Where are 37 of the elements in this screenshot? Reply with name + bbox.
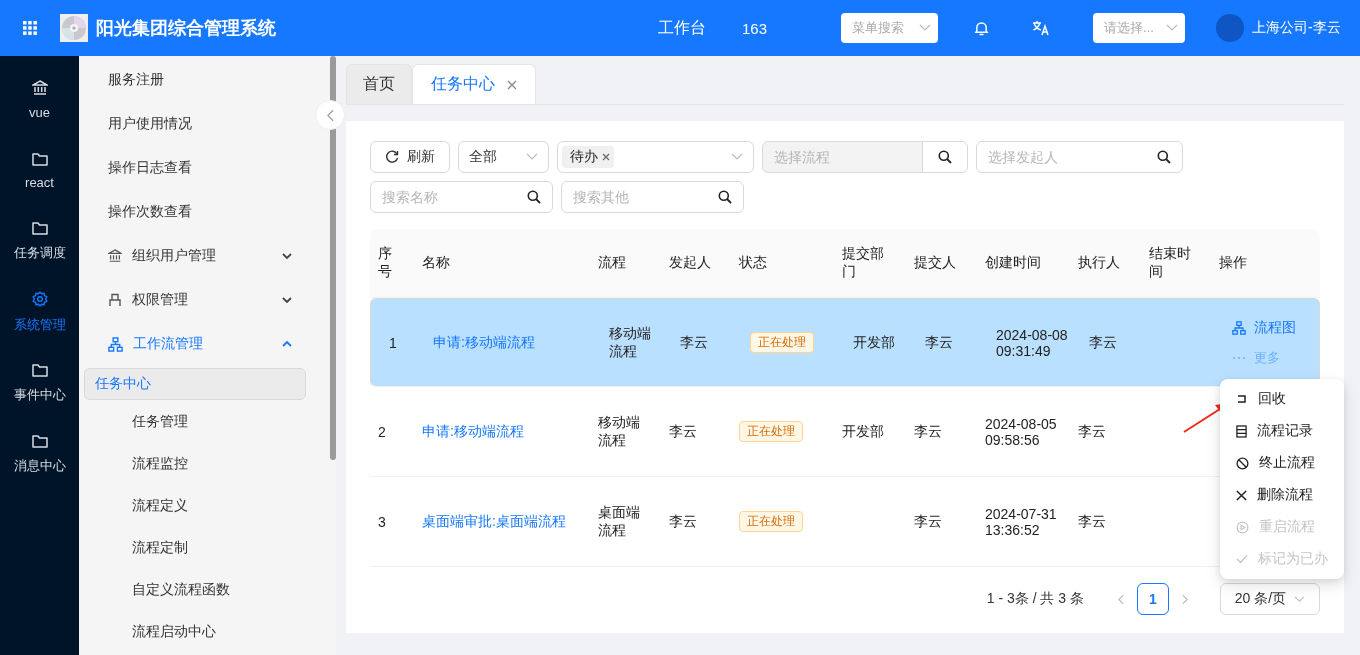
table-cell: 2024-08-08 09:31:49 [996, 326, 1069, 359]
table-cell: 李云 [680, 333, 708, 352]
table-cell: 2 [378, 423, 386, 440]
table-cell-text: 移动端流程 [598, 413, 641, 450]
column-header: 提交人 [913, 253, 957, 272]
table-cell: 李云 [669, 512, 697, 531]
column-header: 序号 [377, 244, 393, 281]
status-tag: 正在处理 [750, 332, 814, 353]
status-tag: 正在处理 [739, 421, 803, 442]
table-cell: 李云 [669, 422, 697, 441]
table-cell: 李云 [914, 512, 942, 531]
table-cell: 3 [378, 513, 386, 530]
status-tag: 正在处理 [739, 511, 803, 532]
table-cell-text: 桌面端流程 [598, 503, 641, 540]
table-cell: 开发部 [853, 333, 895, 352]
table-cell: 开发部 [842, 422, 884, 441]
table-cell: 李云 [925, 333, 953, 352]
table-cell: 李云 [1078, 512, 1106, 531]
column-header: 发起人 [668, 253, 712, 272]
column-header: 提交部门 [841, 244, 885, 281]
pagination-summary: 1 - 3条 / 共 3 条 [986, 590, 1084, 608]
column-header: 结束时间 [1148, 244, 1192, 281]
column-header: 操作 [1218, 253, 1248, 272]
column-header: 状态 [738, 253, 768, 272]
table-cell: 2024-08-05 09:58:56 [985, 415, 1058, 448]
column-header: 执行人 [1077, 253, 1121, 272]
table-cell-text: 移动端流程 [609, 324, 652, 361]
column-header: 创建时间 [984, 253, 1042, 272]
app-title: 阳光集团综合管理系统 [96, 17, 276, 40]
count-text: 163 [742, 19, 768, 37]
column-header: 流程 [597, 253, 627, 272]
table-cell: 1 [389, 334, 397, 351]
table-cell: 2024-07-31 13:36:52 [985, 505, 1058, 538]
table-cell: 李云 [1089, 333, 1117, 352]
column-header: 名称 [421, 253, 451, 272]
table-cell: 李云 [914, 422, 942, 441]
table-cell: 李云 [1078, 422, 1106, 441]
